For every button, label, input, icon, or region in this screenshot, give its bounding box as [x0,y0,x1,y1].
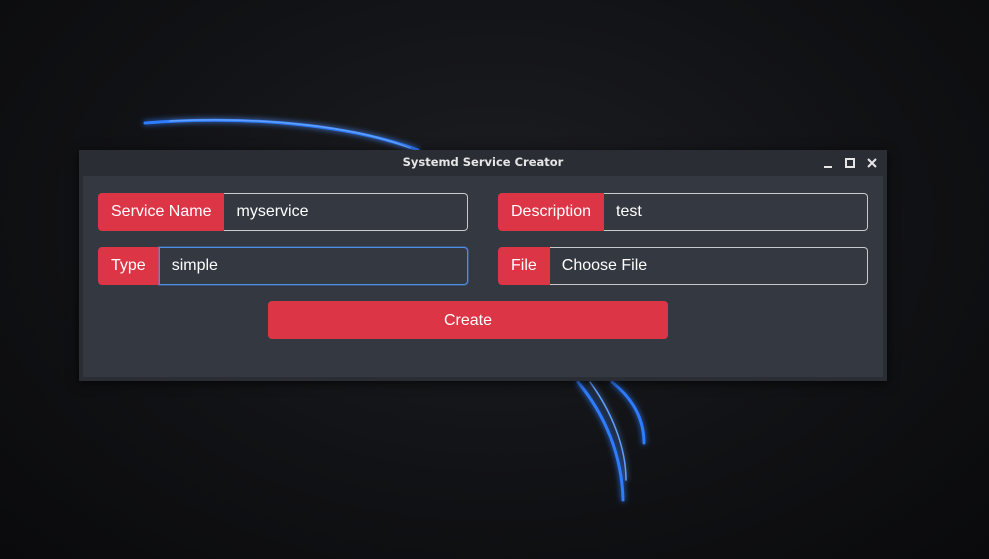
window-title: Systemd Service Creator [402,155,564,169]
minimize-icon [824,166,832,168]
maximize-button[interactable] [842,155,858,171]
file-label: File [498,247,550,285]
description-input[interactable] [604,193,868,231]
type-group: Type [98,247,468,285]
app-window: Systemd Service Creator Service Name Des… [79,150,887,381]
form-panel: Service Name Description Type File Choos… [83,176,883,377]
minimize-button[interactable] [820,155,836,171]
service-name-group: Service Name [98,193,468,231]
close-button[interactable] [864,155,880,171]
file-group: File Choose File [498,247,868,285]
close-icon [867,158,877,168]
service-name-input[interactable] [224,193,468,231]
type-label: Type [98,247,159,285]
description-label: Description [498,193,605,231]
service-name-label: Service Name [98,193,225,231]
create-button[interactable]: Create [268,301,668,339]
maximize-icon [845,158,855,168]
type-input[interactable] [158,247,468,285]
choose-file-button[interactable]: Choose File [549,247,868,285]
description-group: Description [498,193,868,231]
title-bar[interactable]: Systemd Service Creator [79,150,887,176]
